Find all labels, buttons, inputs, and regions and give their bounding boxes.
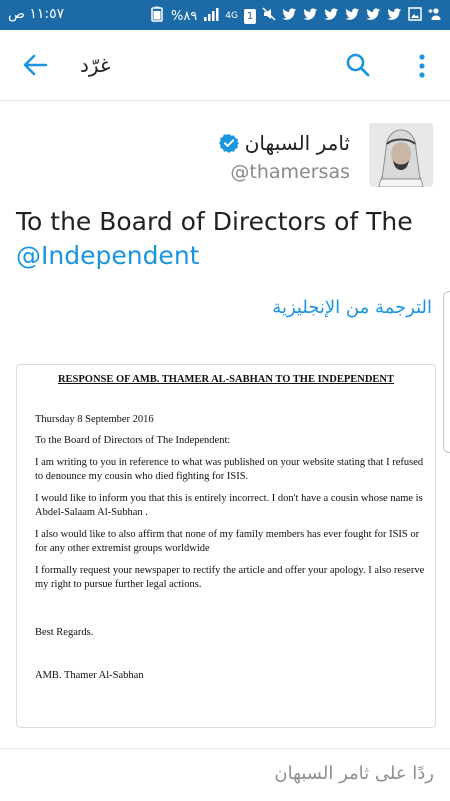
signal-icon [203,7,219,25]
mention-link[interactable]: @Independent [16,241,199,270]
document-paragraph-4: I formally request your newspaper to rec… [35,565,425,590]
document-paragraph-1: I am writing to you in reference to what… [35,457,424,482]
network-icon: 4G [225,10,238,21]
screen-title: غرّد [80,53,111,77]
sim-number: 1 [246,10,254,22]
document-paragraph-2: I would like to inform you that this is … [35,493,423,518]
more-options-icon[interactable] [410,50,434,82]
app-bar: غرّد [0,30,450,101]
display-name[interactable]: ثامر السبهان [245,131,350,155]
status-bar: ١١:٥٧ ص %٨٩ 4G 1 [0,0,450,30]
reply-input[interactable]: ردًا على ثامر السبهان [274,763,434,784]
document-signature: AMB. Thamer Al-Sabhan [35,670,144,681]
translate-link[interactable]: الترجمة من الإنجليزية [272,297,432,318]
tweet-text-body: To the Board of Directors of The [16,207,413,236]
sim-icon: 1 [244,8,256,24]
twitter-icon [324,7,339,25]
twitter-icon [366,7,381,25]
twitter-icon [345,7,360,25]
network-label: 4G [225,10,238,21]
twitter-icon [303,7,318,25]
status-time: ١١:٥٧ ص [8,6,65,22]
mute-icon [262,7,276,25]
document-salutation: To the Board of Directors of The Indepen… [35,435,231,446]
author-name[interactable]: ثامر السبهان [218,131,350,155]
author-handle[interactable]: @thamersas [230,161,350,183]
tweet-text: To the Board of Directors of The @Indepe… [16,205,436,273]
scroll-indicator [443,291,450,453]
document-closing: Best Regards. [35,627,94,638]
image-icon [408,7,422,25]
verified-badge-icon [218,133,239,153]
document-title: RESPONSE OF AMB. THAMER AL-SABHAN TO THE… [57,374,395,385]
status-icons: %٨٩ 4G 1 [149,6,442,26]
reply-bar[interactable]: ردًا على ثامر السبهان [0,748,450,801]
attached-document-image[interactable]: RESPONSE OF AMB. THAMER AL-SABHAN TO THE… [16,364,436,728]
document-date: Thursday 8 September 2016 [35,414,154,425]
twitter-icon [282,7,297,25]
add-user-icon [428,7,442,25]
search-icon[interactable] [344,51,372,79]
battery-icon [149,6,165,26]
back-arrow-icon[interactable] [20,50,50,80]
twitter-icon [387,7,402,25]
avatar[interactable] [369,123,433,187]
tweet-detail: ثامر السبهان @thamersas To the Board of … [0,101,450,801]
document-paragraph-3: I also would like to also affirm that no… [35,529,420,554]
battery-percent: %٨٩ [170,8,198,24]
